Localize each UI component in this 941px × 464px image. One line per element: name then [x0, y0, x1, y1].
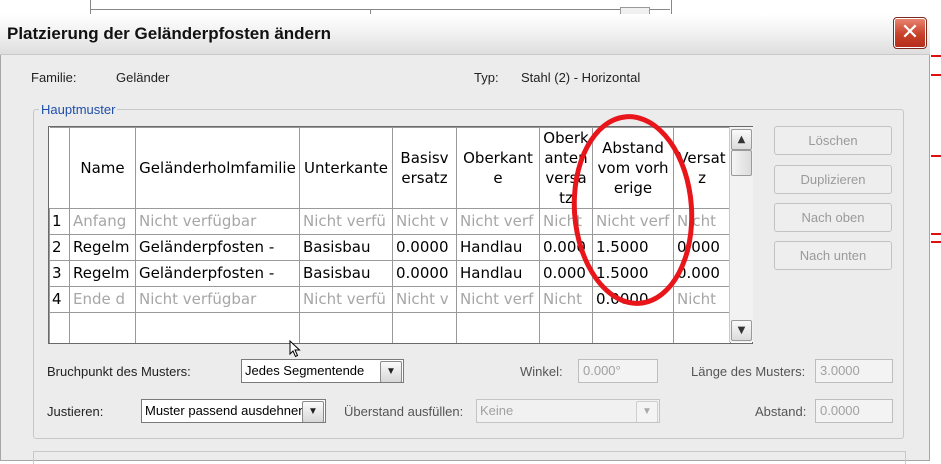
background-red-mark — [931, 155, 941, 157]
spacing-field[interactable]: 0.0000 — [815, 399, 893, 423]
table-row-empty[interactable] — [49, 312, 731, 343]
row-number: 1 — [49, 208, 70, 235]
table-cell[interactable]: Geländerpfosten - — [135, 234, 300, 261]
table-cell[interactable]: Nicht verfügbar — [135, 286, 300, 313]
justify-label: Justieren: — [47, 404, 104, 419]
dialog-title: Platzierung der Geländerpfosten ändern — [7, 24, 332, 43]
table-cell-empty[interactable] — [299, 312, 393, 343]
table-cell[interactable]: Nicht verf — [456, 208, 540, 235]
lower-group — [33, 451, 906, 464]
close-button[interactable]: ✕ — [893, 17, 927, 49]
break-point-label: Bruchpunkt des Musters: — [47, 364, 191, 379]
move-down-button[interactable]: Nach unten — [774, 241, 892, 270]
background-divider — [90, 9, 670, 10]
background-red-mark — [931, 233, 941, 235]
header-corner — [49, 127, 70, 209]
table-cell-empty[interactable] — [135, 312, 300, 343]
scroll-thumb[interactable] — [731, 150, 752, 176]
scroll-down-button[interactable]: ▼ — [731, 320, 752, 341]
table-cell[interactable]: Handlau — [456, 260, 540, 287]
column-header[interactable]: Oberkante — [456, 127, 540, 209]
table-cell[interactable]: Nicht verfügbar — [135, 208, 300, 235]
table-cell-empty[interactable] — [539, 312, 593, 343]
pattern-length-label: Länge des Musters: — [691, 364, 806, 379]
fill-overhang-select[interactable]: Keine ▼ — [476, 399, 660, 423]
type-label: Typ: — [474, 70, 499, 85]
fill-overhang-label: Überstand ausfüllen: — [344, 404, 464, 419]
chevron-up-icon: ▲ — [737, 134, 746, 145]
scroll-up-button[interactable]: ▲ — [731, 129, 752, 150]
table-cell-empty[interactable] — [592, 312, 674, 343]
table-cell[interactable]: Nicht v — [392, 208, 457, 235]
pattern-length-field[interactable]: 3.0000 — [815, 359, 893, 383]
mouse-cursor-icon — [289, 340, 301, 358]
table-cell[interactable]: Basisbau — [299, 260, 393, 287]
table-cell[interactable]: Ende d — [69, 286, 136, 313]
family-label: Familie: — [31, 70, 77, 85]
table-cell[interactable]: Nicht v — [392, 286, 457, 313]
main-pattern-legend: Hauptmuster — [39, 102, 118, 117]
duplicate-button[interactable]: Duplizieren — [774, 165, 892, 194]
fill-overhang-value: Keine — [480, 403, 514, 418]
column-header[interactable]: Unterkante — [299, 127, 393, 209]
table-cell[interactable]: Nicht verfü — [299, 286, 393, 313]
table-cell[interactable]: Nicht — [539, 286, 593, 313]
column-header[interactable]: Name — [69, 127, 136, 209]
chevron-down-icon: ▼ — [737, 325, 746, 336]
row-number: 4 — [49, 286, 70, 313]
table-cell[interactable]: Handlau — [456, 234, 540, 261]
table-cell[interactable]: 0.0000 — [392, 234, 457, 261]
column-header[interactable]: Basisversatz — [392, 127, 457, 209]
background-red-mark — [931, 55, 941, 57]
table-cell[interactable]: Anfang — [69, 208, 136, 235]
table-cell[interactable]: Basisbau — [299, 234, 393, 261]
spacing-label: Abstand: — [755, 404, 807, 419]
justify-value: Muster passend ausdehnen — [145, 403, 306, 418]
chevron-down-icon: ▼ — [380, 361, 402, 382]
break-point-value: Jedes Segmentende — [245, 363, 365, 378]
table-cell-empty[interactable] — [69, 312, 136, 343]
chevron-down-icon: ▼ — [302, 401, 324, 422]
table-cell[interactable]: Nicht — [673, 286, 731, 313]
row-number: 2 — [49, 234, 70, 261]
justify-select[interactable]: Muster passend ausdehnen ▼ — [141, 399, 326, 423]
angle-field[interactable]: 0.000° — [578, 359, 658, 383]
delete-button[interactable]: Löschen — [774, 126, 892, 155]
close-icon: ✕ — [900, 20, 920, 45]
family-value: Geländer — [116, 70, 170, 85]
table-cell[interactable]: Regelm — [69, 234, 136, 261]
chevron-down-icon: ▼ — [636, 401, 658, 422]
row-number-empty — [49, 312, 70, 343]
table-cell-empty[interactable] — [392, 312, 457, 343]
angle-label: Winkel: — [520, 364, 563, 379]
column-header[interactable]: Geländerholmfamilie — [135, 127, 300, 209]
table-cell-empty[interactable] — [456, 312, 540, 343]
table-cell[interactable]: 0.0000 — [392, 260, 457, 287]
table-cell[interactable]: Regelm — [69, 260, 136, 287]
move-up-button[interactable]: Nach oben — [774, 203, 892, 232]
table-cell[interactable]: Geländerpfosten - — [135, 260, 300, 287]
table-cell-empty[interactable] — [673, 312, 731, 343]
type-value: Stahl (2) - Horizontal — [521, 70, 641, 85]
row-number: 3 — [49, 260, 70, 287]
background-red-mark — [931, 241, 941, 243]
table-cell[interactable]: Nicht verf — [456, 286, 540, 313]
table-cell[interactable]: Nicht verfü — [299, 208, 393, 235]
break-point-select[interactable]: Jedes Segmentende ▼ — [241, 359, 404, 383]
background-red-mark — [931, 74, 941, 76]
